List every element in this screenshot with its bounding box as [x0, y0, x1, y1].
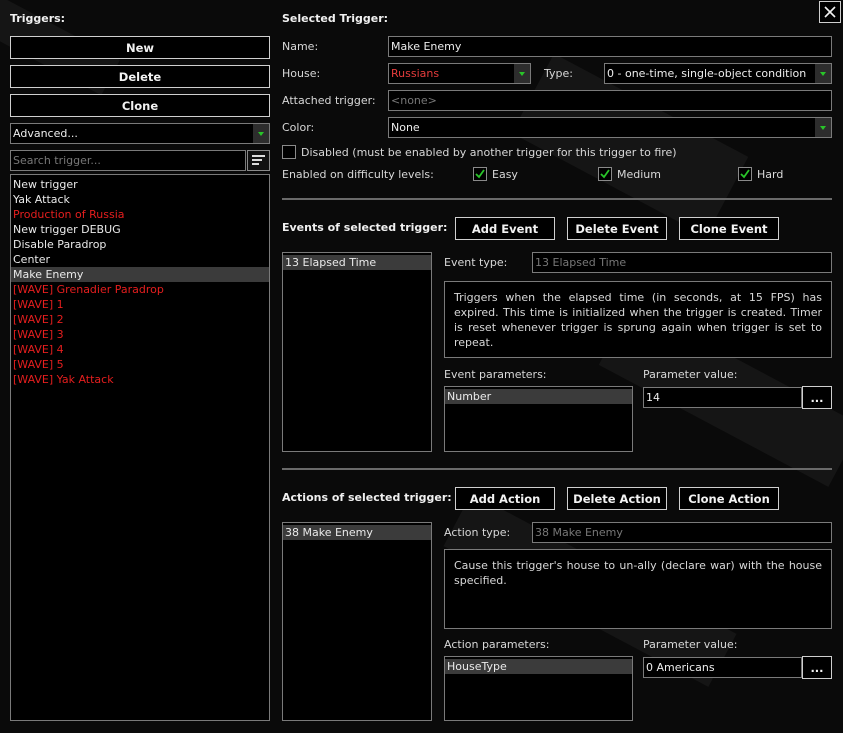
list-item[interactable]: [WAVE] Grenadier Paradrop	[11, 282, 269, 297]
action-param-browse-button[interactable]: ...	[802, 656, 832, 679]
event-list[interactable]: 13 Elapsed Time	[282, 252, 432, 452]
chevron-down-icon	[514, 64, 530, 83]
house-value: Russians	[391, 67, 440, 80]
event-params-label: Event parameters:	[444, 368, 547, 381]
list-item[interactable]: Make Enemy	[11, 267, 269, 282]
chevron-down-icon	[815, 118, 831, 137]
event-params-list[interactable]: Number	[444, 386, 633, 452]
hard-label: Hard	[757, 168, 784, 181]
action-params-list[interactable]: HouseType	[444, 656, 633, 721]
event-param-value-label: Parameter value:	[643, 368, 738, 381]
delete-action-button[interactable]: Delete Action	[567, 487, 667, 510]
action-type-value: 38 Make Enemy	[535, 526, 623, 539]
action-list[interactable]: 38 Make Enemy	[282, 522, 432, 721]
filter-dropdown[interactable]: Advanced...	[10, 123, 270, 144]
disabled-label: Disabled (must be enabled by another tri…	[301, 146, 677, 159]
list-item[interactable]: New trigger	[11, 177, 269, 192]
new-trigger-button[interactable]: New	[10, 36, 270, 59]
event-type-label: Event type:	[444, 256, 508, 269]
action-param-value: 0 Americans	[646, 661, 715, 674]
search-trigger-input[interactable]: Search trigger...	[10, 150, 246, 171]
add-event-button[interactable]: Add Event	[455, 217, 555, 240]
name-value: Make Enemy	[391, 40, 462, 53]
list-item[interactable]: Center	[11, 252, 269, 267]
hard-checkbox[interactable]	[738, 167, 752, 181]
house-dropdown[interactable]: Russians	[388, 63, 531, 84]
easy-label: Easy	[492, 168, 518, 181]
event-type-field: 13 Elapsed Time	[532, 252, 832, 273]
list-item[interactable]: [WAVE] 4	[11, 342, 269, 357]
events-heading: Events of selected trigger:	[282, 221, 448, 234]
actions-heading: Actions of selected trigger:	[282, 491, 452, 504]
color-dropdown[interactable]: None	[388, 117, 832, 138]
checkmark-icon	[740, 169, 750, 179]
list-item[interactable]: [WAVE] 3	[11, 327, 269, 342]
checkmark-icon	[475, 169, 485, 179]
name-label: Name:	[282, 40, 319, 53]
difficulty-label: Enabled on difficulty levels:	[282, 168, 434, 181]
type-value: 0 - one-time, single-object condition	[607, 67, 807, 80]
close-icon	[824, 6, 836, 18]
house-label: House:	[282, 67, 321, 80]
filter-dropdown-value: Advanced...	[13, 127, 78, 140]
delete-event-button[interactable]: Delete Event	[567, 217, 667, 240]
chevron-down-icon	[253, 124, 269, 143]
clone-action-button[interactable]: Clone Action	[679, 487, 779, 510]
close-button[interactable]	[819, 1, 841, 23]
list-item[interactable]: Production of Russia	[11, 207, 269, 222]
event-type-value: 13 Elapsed Time	[535, 256, 627, 269]
event-param-value-input[interactable]: 14	[643, 387, 802, 408]
event-description: Triggers when the elapsed time (in secon…	[444, 281, 832, 358]
attached-trigger-value: <none>	[391, 94, 437, 107]
disabled-checkbox[interactable]	[282, 145, 296, 159]
type-label: Type:	[544, 67, 573, 80]
selected-trigger-heading: Selected Trigger:	[282, 12, 389, 25]
list-item[interactable]: New trigger DEBUG	[11, 222, 269, 237]
action-type-label: Action type:	[444, 526, 511, 539]
list-item[interactable]: 13 Elapsed Time	[283, 255, 431, 270]
list-item[interactable]: 38 Make Enemy	[283, 525, 431, 540]
list-item[interactable]: Disable Paradrop	[11, 237, 269, 252]
list-item[interactable]: Yak Attack	[11, 192, 269, 207]
search-placeholder: Search trigger...	[13, 154, 101, 167]
action-type-field: 38 Make Enemy	[532, 522, 832, 543]
list-item[interactable]: HouseType	[445, 659, 632, 674]
action-params-label: Action parameters:	[444, 638, 550, 651]
trigger-list[interactable]: New trigger Yak Attack Production of Russi…	[10, 174, 270, 721]
action-description: Cause this trigger's house to un-ally (d…	[444, 549, 832, 629]
clone-trigger-button[interactable]: Clone	[10, 94, 270, 117]
attached-trigger-label: Attached trigger:	[282, 94, 376, 107]
checkmark-icon	[600, 169, 610, 179]
sort-lines-icon	[252, 155, 265, 165]
delete-trigger-button[interactable]: Delete	[10, 65, 270, 88]
divider	[282, 468, 832, 470]
type-dropdown[interactable]: 0 - one-time, single-object condition	[604, 63, 832, 84]
event-param-browse-button[interactable]: ...	[802, 386, 832, 409]
list-item[interactable]: [WAVE] 2	[11, 312, 269, 327]
list-item[interactable]: [WAVE] 5	[11, 357, 269, 372]
name-input[interactable]: Make Enemy	[388, 36, 832, 57]
easy-checkbox[interactable]	[473, 167, 487, 181]
action-param-value-input[interactable]: 0 Americans	[643, 657, 802, 678]
color-label: Color:	[282, 121, 315, 134]
event-param-value: 14	[646, 391, 660, 404]
chevron-down-icon	[815, 64, 831, 83]
list-item[interactable]: [WAVE] Yak Attack	[11, 372, 269, 387]
medium-label: Medium	[617, 168, 661, 181]
list-item[interactable]: [WAVE] 1	[11, 297, 269, 312]
add-action-button[interactable]: Add Action	[455, 487, 555, 510]
medium-checkbox[interactable]	[598, 167, 612, 181]
sort-lines-button[interactable]	[247, 150, 270, 171]
clone-event-button[interactable]: Clone Event	[679, 217, 779, 240]
color-value: None	[391, 121, 420, 134]
triggers-heading: Triggers:	[10, 12, 66, 25]
action-param-value-label: Parameter value:	[643, 638, 738, 651]
divider	[282, 198, 832, 200]
list-item[interactable]: Number	[445, 389, 632, 404]
attached-trigger-field[interactable]: <none>	[388, 90, 832, 111]
